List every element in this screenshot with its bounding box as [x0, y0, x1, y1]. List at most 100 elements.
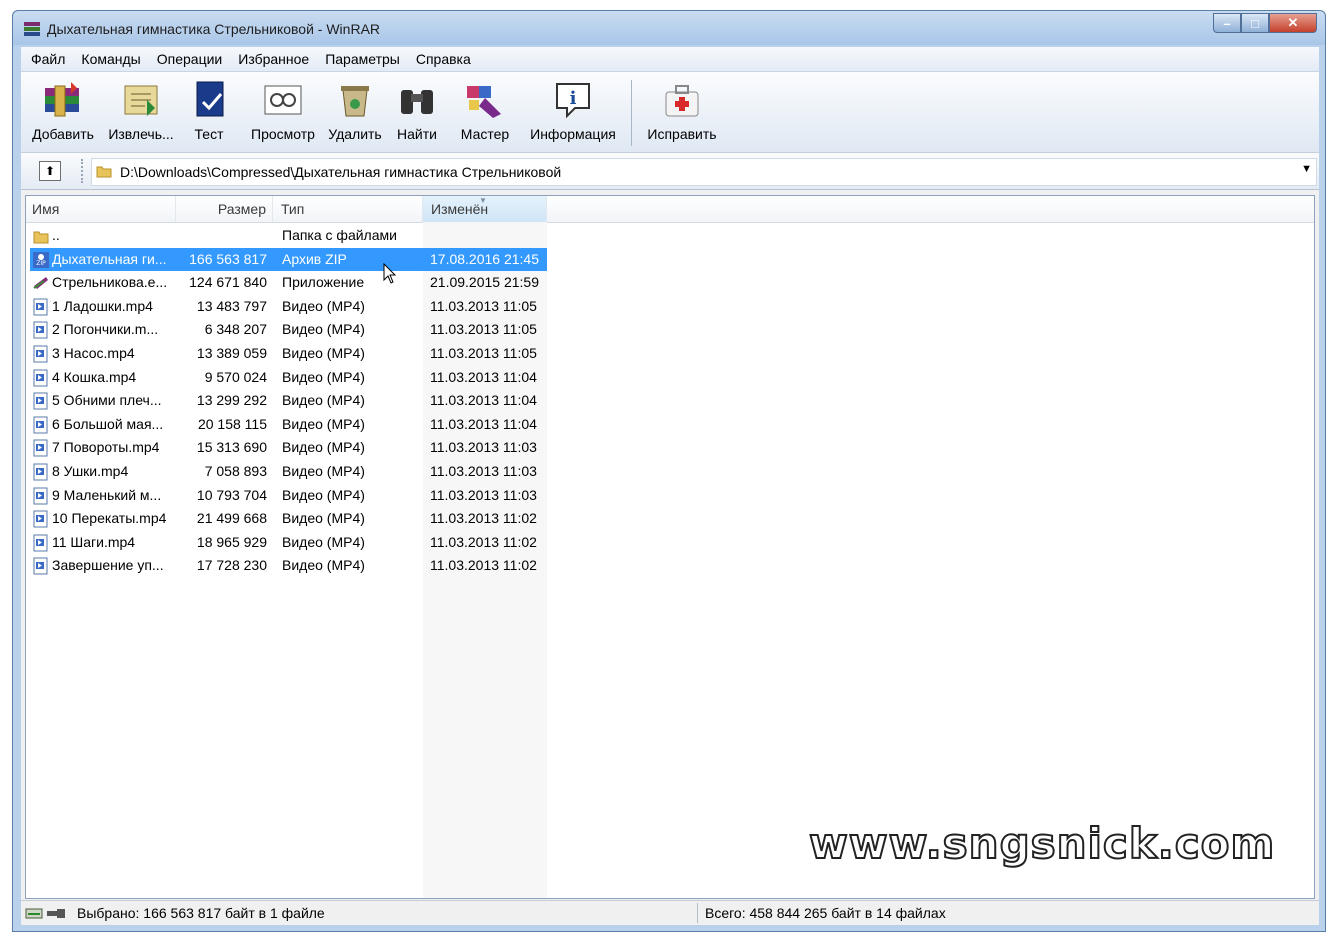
file-name: 1 Ладошки.mp4 — [52, 297, 153, 314]
video-file-icon — [32, 392, 50, 410]
file-type: Архив ZIP — [282, 250, 347, 267]
file-row[interactable]: 4 Кошка.mp4 9 570 024 Видео (MP4) 11.03.201… — [26, 366, 1314, 390]
toolbar-button-5[interactable]: Найти — [385, 72, 449, 146]
file-size: 166 563 817 — [189, 250, 267, 267]
file-modified: 11.03.2013 11:05 — [430, 297, 537, 314]
file-size: 20 158 115 — [197, 415, 267, 432]
file-type: Папка с файлами — [282, 227, 397, 243]
exe-file-icon — [32, 274, 50, 292]
video-file-icon — [32, 369, 50, 387]
file-modified: 11.03.2013 11:05 — [430, 344, 537, 361]
file-type: Видео (MP4) — [282, 297, 365, 314]
column-modified-header[interactable]: Изменён ▼ — [423, 196, 547, 222]
toolbar-button-6[interactable]: Мастер — [449, 72, 521, 146]
client-area: Файл Команды Операции Избранное Параметры Спр… — [21, 47, 1319, 925]
file-name-cell: 7 Повороты.mp4 — [52, 436, 178, 460]
file-name: 9 Маленький м... — [52, 486, 162, 503]
menu-item-4[interactable]: Параметры — [317, 47, 408, 71]
file-row[interactable]: 8 Ушки.mp4 7 058 893 Видео (MP4) 11.03.2013… — [26, 460, 1314, 484]
address-field[interactable]: D:\Downloads\Compressed\Дыхательная гимн… — [91, 158, 1317, 186]
file-size: 124 671 840 — [189, 274, 267, 291]
file-size: 21 499 668 — [196, 510, 267, 527]
wizard-icon — [461, 78, 509, 122]
toolbar-button-7[interactable]: i Информация — [521, 72, 625, 146]
mouse-cursor-icon — [383, 263, 397, 284]
file-type: Видео (MP4) — [282, 439, 365, 456]
toolbar-grip[interactable] — [81, 159, 87, 183]
file-row[interactable]: 3 Насос.mp4 13 389 059 Видео (MP4) 11.03.20… — [26, 342, 1314, 366]
file-type: Видео (MP4) — [282, 486, 365, 503]
menu-item-3[interactable]: Избранное — [230, 47, 317, 71]
file-row[interactable]: 7 Повороты.mp4 15 313 690 Видео (MP4) 11.03… — [26, 436, 1314, 460]
file-type: Видео (MP4) — [282, 368, 365, 385]
file-name: 11 Шаги.mp4 — [52, 533, 136, 550]
toolbar-button-1[interactable]: Извлечь... — [105, 72, 177, 146]
menu-item-0[interactable]: Файл — [23, 47, 73, 71]
file-name: 2 Погончики.m... — [52, 321, 159, 338]
file-row[interactable]: 10 Перекаты.mp4 21 499 668 Видео (MP4) 11.0… — [26, 507, 1314, 531]
file-size: 18 965 929 — [196, 533, 267, 550]
file-name: Дыхательная ги... — [52, 250, 167, 267]
file-rows: .. Папка с файлами ZIP Дыхательная ги... 166… — [26, 224, 1314, 578]
drive-key-icon[interactable] — [25, 905, 71, 921]
toolbar-button-label: Удалить — [328, 126, 382, 142]
toolbar-button-2[interactable]: Тест — [177, 72, 241, 146]
toolbar-button-3[interactable]: Просмотр — [241, 72, 325, 146]
menu-item-5[interactable]: Справка — [408, 47, 479, 71]
file-row[interactable]: Завершение уп... 17 728 230 Видео (MP4) 11.… — [26, 554, 1314, 578]
file-size: 17 728 230 — [196, 557, 267, 574]
watermark-text: www.sngsnick.com — [808, 818, 1276, 869]
file-row[interactable]: 9 Маленький м... 10 793 704 Видео (MP4) 11.… — [26, 484, 1314, 508]
file-row[interactable]: 1 Ладошки.mp4 13 483 797 Видео (MP4) 11.03.… — [26, 295, 1314, 319]
file-row[interactable]: 6 Большой мая... 20 158 115 Видео (MP4) 11.… — [26, 413, 1314, 437]
file-row[interactable]: 11 Шаги.mp4 18 965 929 Видео (MP4) 11.03.20… — [26, 531, 1314, 555]
minimize-button[interactable]: – — [1213, 13, 1241, 33]
video-file-icon — [32, 298, 50, 316]
status-divider — [697, 903, 698, 923]
file-modified: 21.09.2015 21:59 — [430, 274, 539, 291]
toolbar-button-0[interactable]: Добавить — [21, 72, 105, 146]
column-size-header[interactable]: Размер — [176, 196, 273, 222]
title-bar[interactable]: Дыхательная гимнастика Стрельниковой - W… — [13, 11, 1325, 45]
file-size: 13 389 059 — [196, 344, 267, 361]
toolbar-separator — [631, 80, 632, 146]
file-name-cell: 9 Маленький м... — [52, 484, 178, 508]
file-name-cell: 5 Обними плеч... — [52, 389, 178, 413]
file-name: 8 Ушки.mp4 — [52, 462, 129, 479]
menu-item-1[interactable]: Команды — [73, 47, 148, 71]
address-dropdown-icon[interactable]: ▼ — [1301, 163, 1312, 175]
file-size: 13 483 797 — [196, 297, 267, 314]
file-modified: 11.03.2013 11:04 — [430, 368, 537, 385]
winrar-app-icon — [24, 22, 40, 36]
view-icon — [259, 78, 307, 122]
file-row[interactable]: 5 Обними плеч... 13 299 292 Видео (MP4) 11.… — [26, 389, 1314, 413]
file-modified: 11.03.2013 11:02 — [430, 533, 537, 550]
file-modified: 11.03.2013 11:02 — [430, 510, 537, 527]
status-bar: Выбрано: 166 563 817 байт в 1 файле Всег… — [21, 900, 1319, 925]
file-size: 15 313 690 — [196, 439, 267, 456]
maximize-button[interactable]: □ — [1241, 13, 1269, 33]
file-name: .. — [52, 227, 60, 243]
file-name: 7 Повороты.mp4 — [52, 439, 160, 456]
file-modified: 11.03.2013 11:05 — [430, 321, 537, 338]
file-name-cell: 1 Ладошки.mp4 — [52, 295, 178, 319]
file-row[interactable]: Стрельникова.e... 124 671 840 Приложение 21… — [26, 271, 1314, 295]
address-bar: ⬆ D:\Downloads\Compressed\Дыхательная ги… — [21, 153, 1319, 190]
file-type: Видео (MP4) — [282, 462, 365, 479]
file-row[interactable]: 2 Погончики.m... 6 348 207 Видео (MP4) 11.0… — [26, 318, 1314, 342]
file-list[interactable]: Имя Размер Тип Изменён ▼ .. Папка с файла… — [25, 195, 1315, 899]
up-folder-button[interactable]: ⬆ — [39, 161, 61, 181]
file-row[interactable]: .. Папка с файлами — [26, 224, 1314, 248]
menu-item-2[interactable]: Операции — [149, 47, 231, 71]
extract-icon — [117, 78, 165, 122]
toolbar-button-label: Добавить — [32, 126, 94, 142]
toolbar-button-4[interactable]: Удалить — [325, 72, 385, 146]
column-type-header[interactable]: Тип — [273, 196, 423, 222]
file-row[interactable]: ZIP Дыхательная ги... 166 563 817 Архив ZIP… — [26, 247, 1314, 272]
file-name-cell: .. — [52, 224, 178, 248]
close-button[interactable]: ✕ — [1269, 13, 1317, 33]
column-name-header[interactable]: Имя — [26, 196, 176, 222]
toolbar: Добавить Извлечь... Тест Просмотр Удалить Най… — [21, 72, 1319, 153]
video-file-icon — [32, 463, 50, 481]
toolbar-button-8[interactable]: Исправить — [638, 72, 726, 146]
